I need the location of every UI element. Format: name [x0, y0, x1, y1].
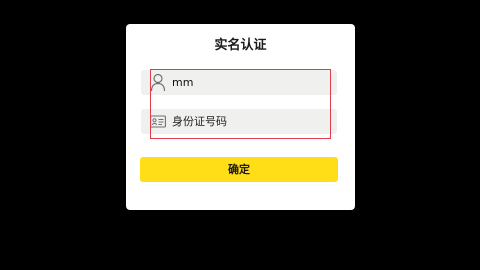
id-number-field[interactable]: 身份证号码 [141, 109, 337, 134]
name-field[interactable]: mm [141, 70, 337, 95]
person-icon [150, 73, 166, 92]
id-number-placeholder[interactable]: 身份证号码 [172, 109, 227, 134]
name-value[interactable]: mm [172, 70, 193, 95]
id-card-icon [150, 115, 166, 128]
realname-auth-dialog: 实名认证 mm 身份证号码 确定 [126, 24, 355, 210]
confirm-button[interactable]: 确定 [140, 157, 338, 182]
dialog-title: 实名认证 [214, 38, 267, 53]
